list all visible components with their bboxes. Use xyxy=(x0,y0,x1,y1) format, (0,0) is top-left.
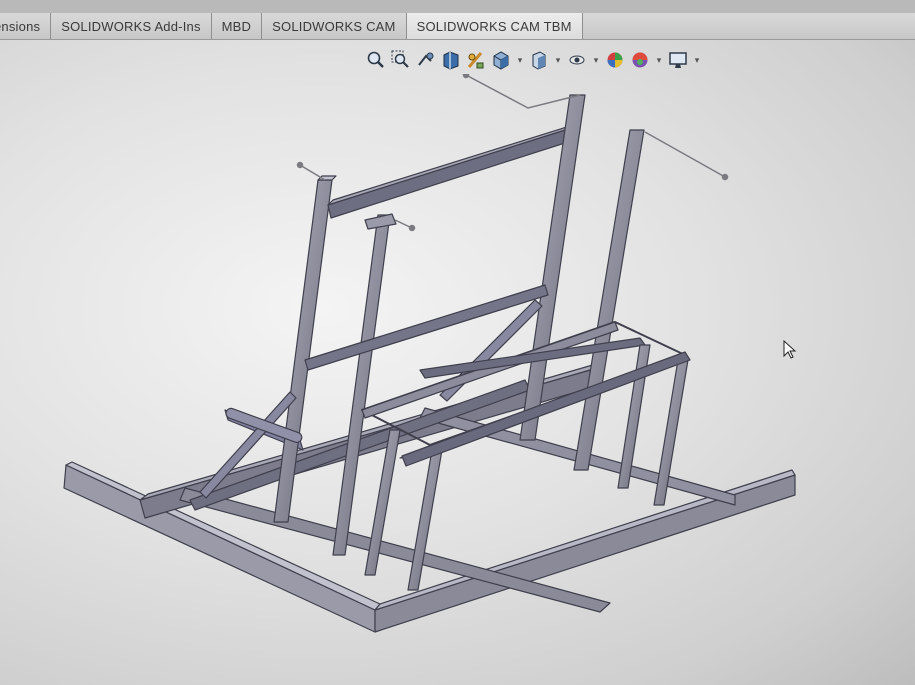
tab-label: SOLIDWORKS CAM xyxy=(272,18,396,34)
tab-label: MBD xyxy=(221,18,252,34)
chevron-down-icon[interactable]: ▾ xyxy=(655,55,663,66)
heads-up-view-toolbar: ▾ ▾ ▾ ▾ ▾ xyxy=(366,46,701,74)
previous-view-icon[interactable] xyxy=(416,50,436,70)
hide-show-items-icon[interactable] xyxy=(567,50,587,70)
apply-scene-icon[interactable] xyxy=(630,50,650,70)
tab-label: SOLIDWORKS CAM TBM xyxy=(416,18,572,34)
tab-dimensions[interactable]: ensions xyxy=(0,13,52,39)
zoom-to-fit-icon[interactable] xyxy=(366,50,386,70)
view-orientation-icon[interactable] xyxy=(491,50,511,70)
tab-label: SOLIDWORKS Add-Ins xyxy=(61,18,201,34)
chevron-down-icon[interactable]: ▾ xyxy=(516,55,524,66)
tab-solidworks-cam[interactable]: SOLIDWORKS CAM xyxy=(262,13,407,39)
tab-solidworks-cam-tbm[interactable]: SOLIDWORKS CAM TBM xyxy=(406,13,583,39)
command-manager-tabs: ensions SOLIDWORKS Add-Ins MBD SOLIDWORK… xyxy=(0,13,915,40)
tab-solidworks-add-ins[interactable]: SOLIDWORKS Add-Ins xyxy=(51,13,212,39)
dynamic-annotation-view-icon[interactable] xyxy=(466,50,486,70)
chevron-down-icon[interactable]: ▾ xyxy=(592,55,600,66)
section-view-icon[interactable] xyxy=(441,50,461,70)
chevron-down-icon[interactable]: ▾ xyxy=(554,55,562,66)
display-style-icon[interactable] xyxy=(529,50,549,70)
graphics-area[interactable] xyxy=(0,74,915,685)
view-settings-icon[interactable] xyxy=(668,50,688,70)
mouse-pointer-icon xyxy=(783,340,797,359)
weldment-frame-model[interactable] xyxy=(63,94,796,633)
chevron-down-icon[interactable]: ▾ xyxy=(693,55,701,66)
window-top-edge xyxy=(0,0,915,13)
zoom-to-area-icon[interactable] xyxy=(391,50,411,70)
edit-appearance-icon[interactable] xyxy=(605,50,625,70)
top-crossbeam xyxy=(327,125,571,219)
tab-mbd[interactable]: MBD xyxy=(212,13,263,39)
tab-label: ensions xyxy=(0,18,41,34)
